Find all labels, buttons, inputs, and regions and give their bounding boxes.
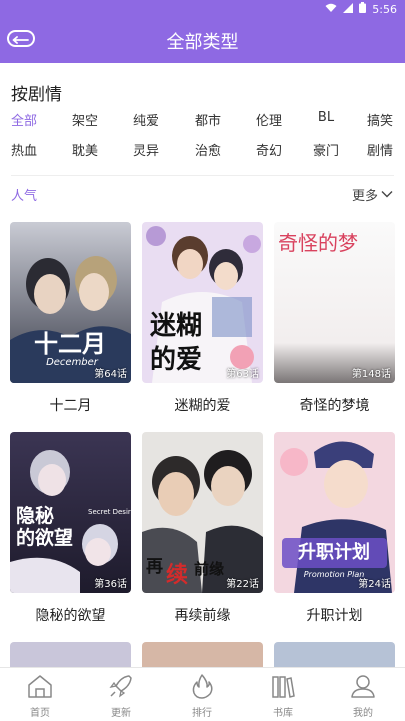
comic-title[interactable]: 奇怪的梦境	[274, 395, 395, 415]
comic-title[interactable]: 迷糊的爱	[142, 395, 263, 415]
cover-title-text: 升职计划	[298, 541, 370, 563]
comic-card[interactable]: 隐秘 的欲望 Secret Desire 第36话 隐秘的欲望	[10, 432, 131, 625]
battery-icon	[359, 2, 367, 16]
tab-ranking[interactable]: 排行	[172, 673, 232, 719]
genre-tag-fantasy[interactable]: 奇幻	[249, 140, 289, 159]
comic-title[interactable]: 隐秘的欲望	[10, 605, 131, 625]
genre-tag-danmei[interactable]: 耽美	[65, 140, 105, 159]
wifi-icon	[325, 3, 337, 16]
comic-title[interactable]: 十二月	[10, 395, 131, 415]
comic-title[interactable]: 升职计划	[274, 605, 395, 625]
more-button[interactable]: 更多	[352, 185, 393, 204]
genre-tag-pure-love[interactable]: 纯爱	[126, 110, 166, 129]
genre-row: 全部 架空 纯爱 都市 伦理 BL 搞笑	[0, 110, 405, 140]
cover-title-text: 的爱	[150, 344, 202, 375]
genre-tag-comedy[interactable]: 搞笑	[360, 110, 400, 129]
sort-popularity-label[interactable]: 人气	[11, 185, 37, 204]
cover-title-text: 隐秘	[16, 504, 54, 527]
tab-label: 更新	[111, 708, 131, 719]
page-title: 全部类型	[166, 32, 239, 53]
chevron-down-icon	[381, 187, 393, 202]
cover-title-text: 再	[146, 557, 163, 577]
comic-card[interactable]: 十二月 December 第64话 十二月	[10, 222, 131, 415]
comic-cover[interactable]: 再 续 前缘 第22话	[142, 432, 263, 593]
comic-cover[interactable]: 升职计划 Promotion Plan 第24话	[274, 432, 395, 593]
comic-card[interactable]: 升职计划 Promotion Plan 第24话 升职计划	[274, 432, 395, 625]
comic-cover[interactable]: 奇怪的梦 第148话	[274, 222, 395, 383]
genre-tag-bl[interactable]: BL	[306, 110, 346, 125]
episode-count: 第64话	[94, 369, 127, 380]
genre-tag-urban[interactable]: 都市	[188, 110, 228, 129]
tab-label: 我的	[353, 708, 373, 719]
cover-subtitle-text: Promotion Plan	[304, 570, 365, 579]
tab-label: 首页	[30, 708, 50, 719]
cover-title-text: 迷糊	[150, 311, 202, 341]
genre-tag-alternate[interactable]: 架空	[65, 110, 105, 129]
episode-count: 第22话	[226, 579, 259, 590]
comic-cover[interactable]: 迷糊 的爱 第63话	[142, 222, 263, 383]
profile-icon	[349, 675, 377, 703]
status-time: 5:56	[372, 2, 397, 16]
genre-row: 热血 耽美 灵异 治愈 奇幻 豪门 剧情	[0, 140, 405, 170]
tab-library[interactable]: 书库	[253, 673, 313, 719]
cover-title-text: 十二月	[34, 330, 106, 358]
home-icon	[26, 675, 54, 703]
episode-count: 第24话	[358, 579, 391, 590]
episode-count: 第63话	[226, 369, 259, 380]
genre-tag-ethics[interactable]: 伦理	[249, 110, 289, 129]
bottom-tab-bar: 首页 更新 排行 书库 我的	[0, 667, 405, 721]
comic-title[interactable]: 再续前缘	[142, 605, 263, 625]
comic-cover-partial[interactable]	[10, 642, 131, 667]
comic-cover-partial[interactable]	[142, 642, 263, 667]
genre-tag-action[interactable]: 热血	[4, 140, 44, 159]
comic-cover[interactable]: 隐秘 的欲望 Secret Desire 第36话	[10, 432, 131, 593]
tab-label: 排行	[192, 708, 212, 719]
genre-filter-grid: 全部 架空 纯爱 都市 伦理 BL 搞笑 热血 耽美 灵异 治愈 奇幻 豪门 剧…	[0, 110, 405, 170]
genre-tag-drama[interactable]: 剧情	[360, 140, 400, 159]
app-header: 全部类型	[0, 17, 405, 63]
genre-tag-wealthy[interactable]: 豪门	[306, 140, 346, 159]
comic-card[interactable]: 迷糊 的爱 第63话 迷糊的爱	[142, 222, 263, 415]
rocket-icon	[107, 675, 135, 703]
cover-title-text: 奇怪的梦	[278, 231, 358, 255]
cover-title-text: 的欲望	[16, 526, 73, 549]
cover-title-text: 前缘	[194, 560, 224, 578]
tab-label: 书库	[273, 708, 293, 719]
filter-section-title: 按剧情	[11, 85, 62, 105]
more-label: 更多	[351, 189, 378, 204]
episode-count: 第36话	[94, 579, 127, 590]
comic-card[interactable]: 奇怪的梦 第148话 奇怪的梦境	[274, 222, 395, 415]
comic-card[interactable]: 再 续 前缘 第22话 再续前缘	[142, 432, 263, 625]
status-bar: 5:56	[0, 0, 405, 17]
flame-icon	[188, 674, 216, 703]
books-icon	[269, 676, 297, 703]
signal-icon	[343, 2, 354, 16]
divider	[11, 175, 394, 176]
cover-title-text: 续	[166, 562, 188, 588]
cover-subtitle-text: December	[46, 357, 99, 368]
tab-updates[interactable]: 更新	[91, 673, 151, 719]
episode-count: 第148话	[351, 369, 391, 380]
genre-tag-supernatural[interactable]: 灵异	[126, 140, 166, 159]
genre-tag-healing[interactable]: 治愈	[188, 140, 228, 159]
tab-home[interactable]: 首页	[10, 673, 70, 719]
genre-tag-all[interactable]: 全部	[4, 110, 44, 129]
cover-subtitle-text: Secret Desire	[88, 508, 131, 516]
comic-cover-partial[interactable]	[274, 642, 395, 667]
tab-profile[interactable]: 我的	[333, 673, 393, 719]
comic-cover[interactable]: 十二月 December 第64话	[10, 222, 131, 383]
